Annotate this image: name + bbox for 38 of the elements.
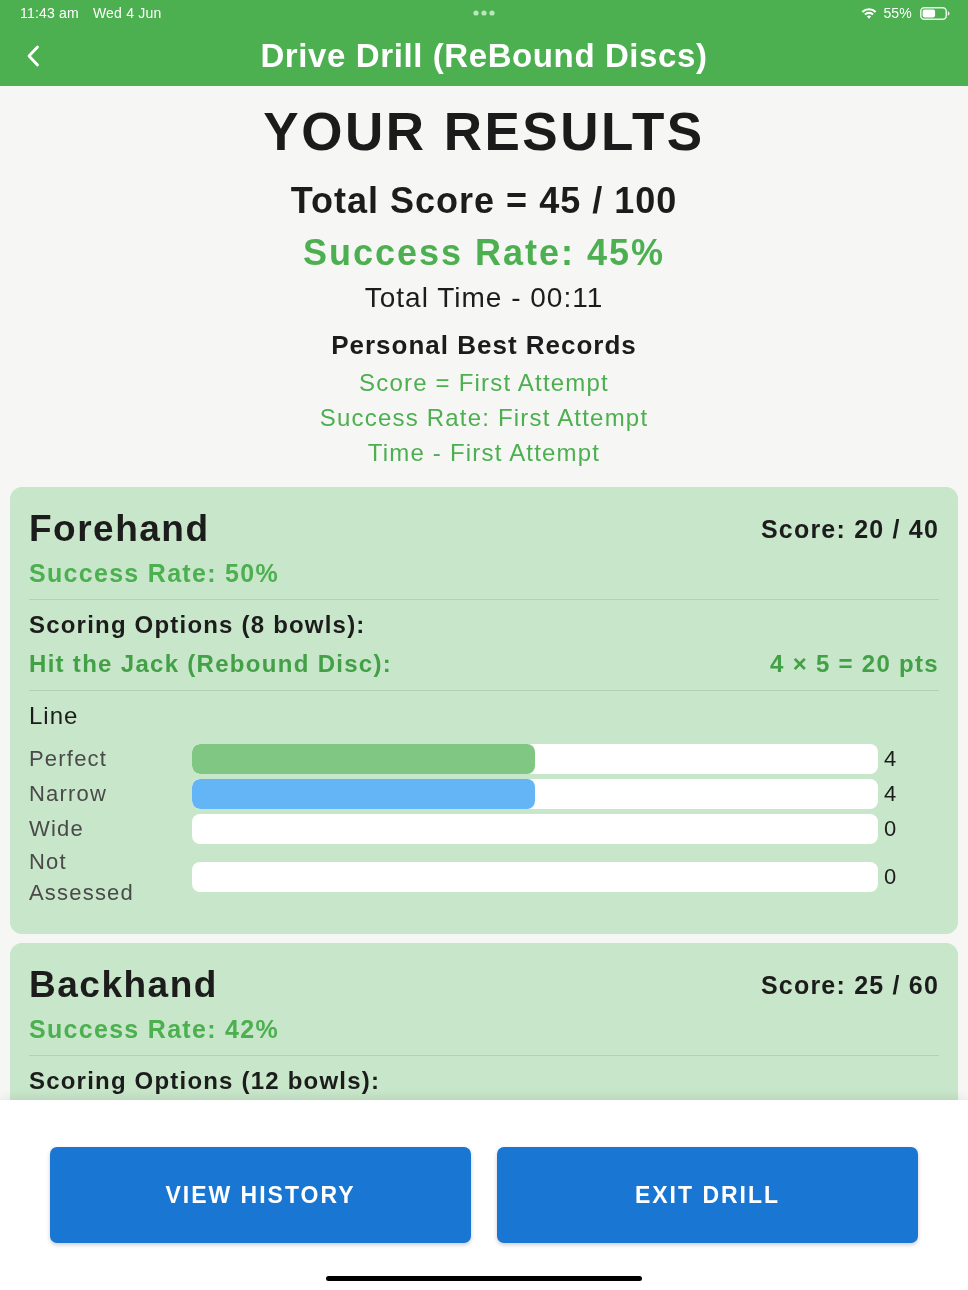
- total-score: Total Score = 45 / 100: [290, 179, 678, 223]
- bar-count: 4: [884, 744, 897, 773]
- bar-label: Not Assessed: [29, 848, 135, 907]
- scoring-options-heading: Scoring Options (12 bowls):: [29, 1066, 382, 1096]
- battery-icon: [920, 6, 950, 20]
- personal-best-record: Success Rate: First Attempt: [319, 403, 649, 433]
- status-time: 11:43 am: [20, 5, 79, 21]
- bar-label: Narrow: [29, 780, 108, 808]
- section-success-rate: Success Rate: 42%: [29, 1014, 280, 1045]
- bar-count: 0: [884, 863, 897, 891]
- section-title: Forehand: [29, 507, 210, 551]
- action-button[interactable]: EXIT DRILL: [497, 1147, 918, 1243]
- personal-best-record: Time - First Attempt: [367, 438, 601, 468]
- bar-count: 4: [884, 779, 897, 808]
- bar-label: Perfect: [29, 745, 108, 773]
- bar-label: Wide: [29, 815, 84, 843]
- section-success-rate: Success Rate: 50%: [29, 558, 280, 589]
- status-date: Wed 4 Jun: [92, 5, 162, 21]
- results-heading: YOUR RESULTS: [263, 102, 705, 161]
- personal-best-record: Score = First Attempt: [359, 368, 609, 398]
- personal-best-heading: Personal Best Records: [331, 329, 637, 362]
- wifi-icon: [861, 7, 878, 19]
- battery-percent: 55%: [883, 5, 912, 21]
- bar-count: 0: [884, 814, 897, 843]
- action-button[interactable]: VIEW HISTORY: [50, 1147, 471, 1243]
- chevron-left-icon: [26, 45, 40, 67]
- scoring-option-points: 4 × 5 = 20 pts: [770, 649, 939, 679]
- section-score: Score: 20 / 40: [761, 514, 939, 545]
- more-dots-icon[interactable]: [473, 10, 495, 16]
- section-score: Score: 25 / 60: [761, 970, 939, 1001]
- scoring-option-label: Hit the Jack (Rebound Disc):: [29, 649, 393, 679]
- success-rate: Success Rate: 45%: [302, 231, 666, 275]
- back-button[interactable]: [26, 45, 40, 67]
- screen-title: Drive Drill (ReBound Discs): [260, 36, 708, 76]
- scoring-options-heading: Scoring Options (8 bowls):: [29, 610, 367, 640]
- breakdown-title: Line: [29, 701, 80, 731]
- section-title: Backhand: [29, 963, 218, 1007]
- total-time: Total Time - 00:11: [364, 281, 604, 315]
